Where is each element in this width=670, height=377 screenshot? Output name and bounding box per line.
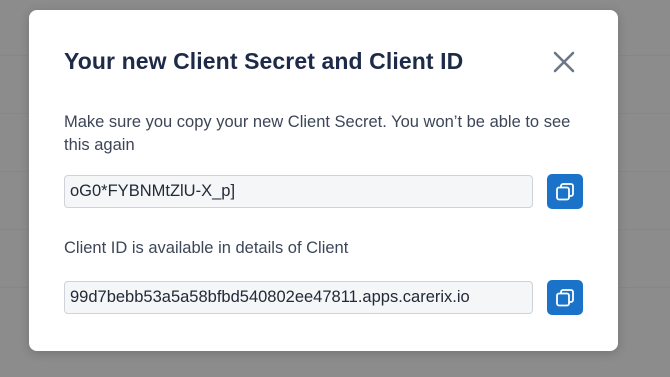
close-button[interactable] — [548, 46, 580, 78]
client-secret-modal: Your new Client Secret and Client ID Mak… — [29, 10, 618, 351]
modal-title: Your new Client Secret and Client ID — [64, 48, 464, 74]
client-id-info: Client ID is available in details of Cli… — [64, 239, 349, 257]
modal-description: Make sure you copy your new Client Secre… — [64, 113, 571, 154]
copy-icon — [556, 288, 574, 306]
copy-icon — [556, 182, 574, 200]
close-icon — [553, 51, 575, 73]
copy-client-id-button[interactable] — [547, 280, 583, 315]
copy-secret-button[interactable] — [547, 174, 583, 209]
client-secret-field[interactable] — [64, 175, 533, 208]
client-id-field[interactable] — [64, 281, 533, 314]
